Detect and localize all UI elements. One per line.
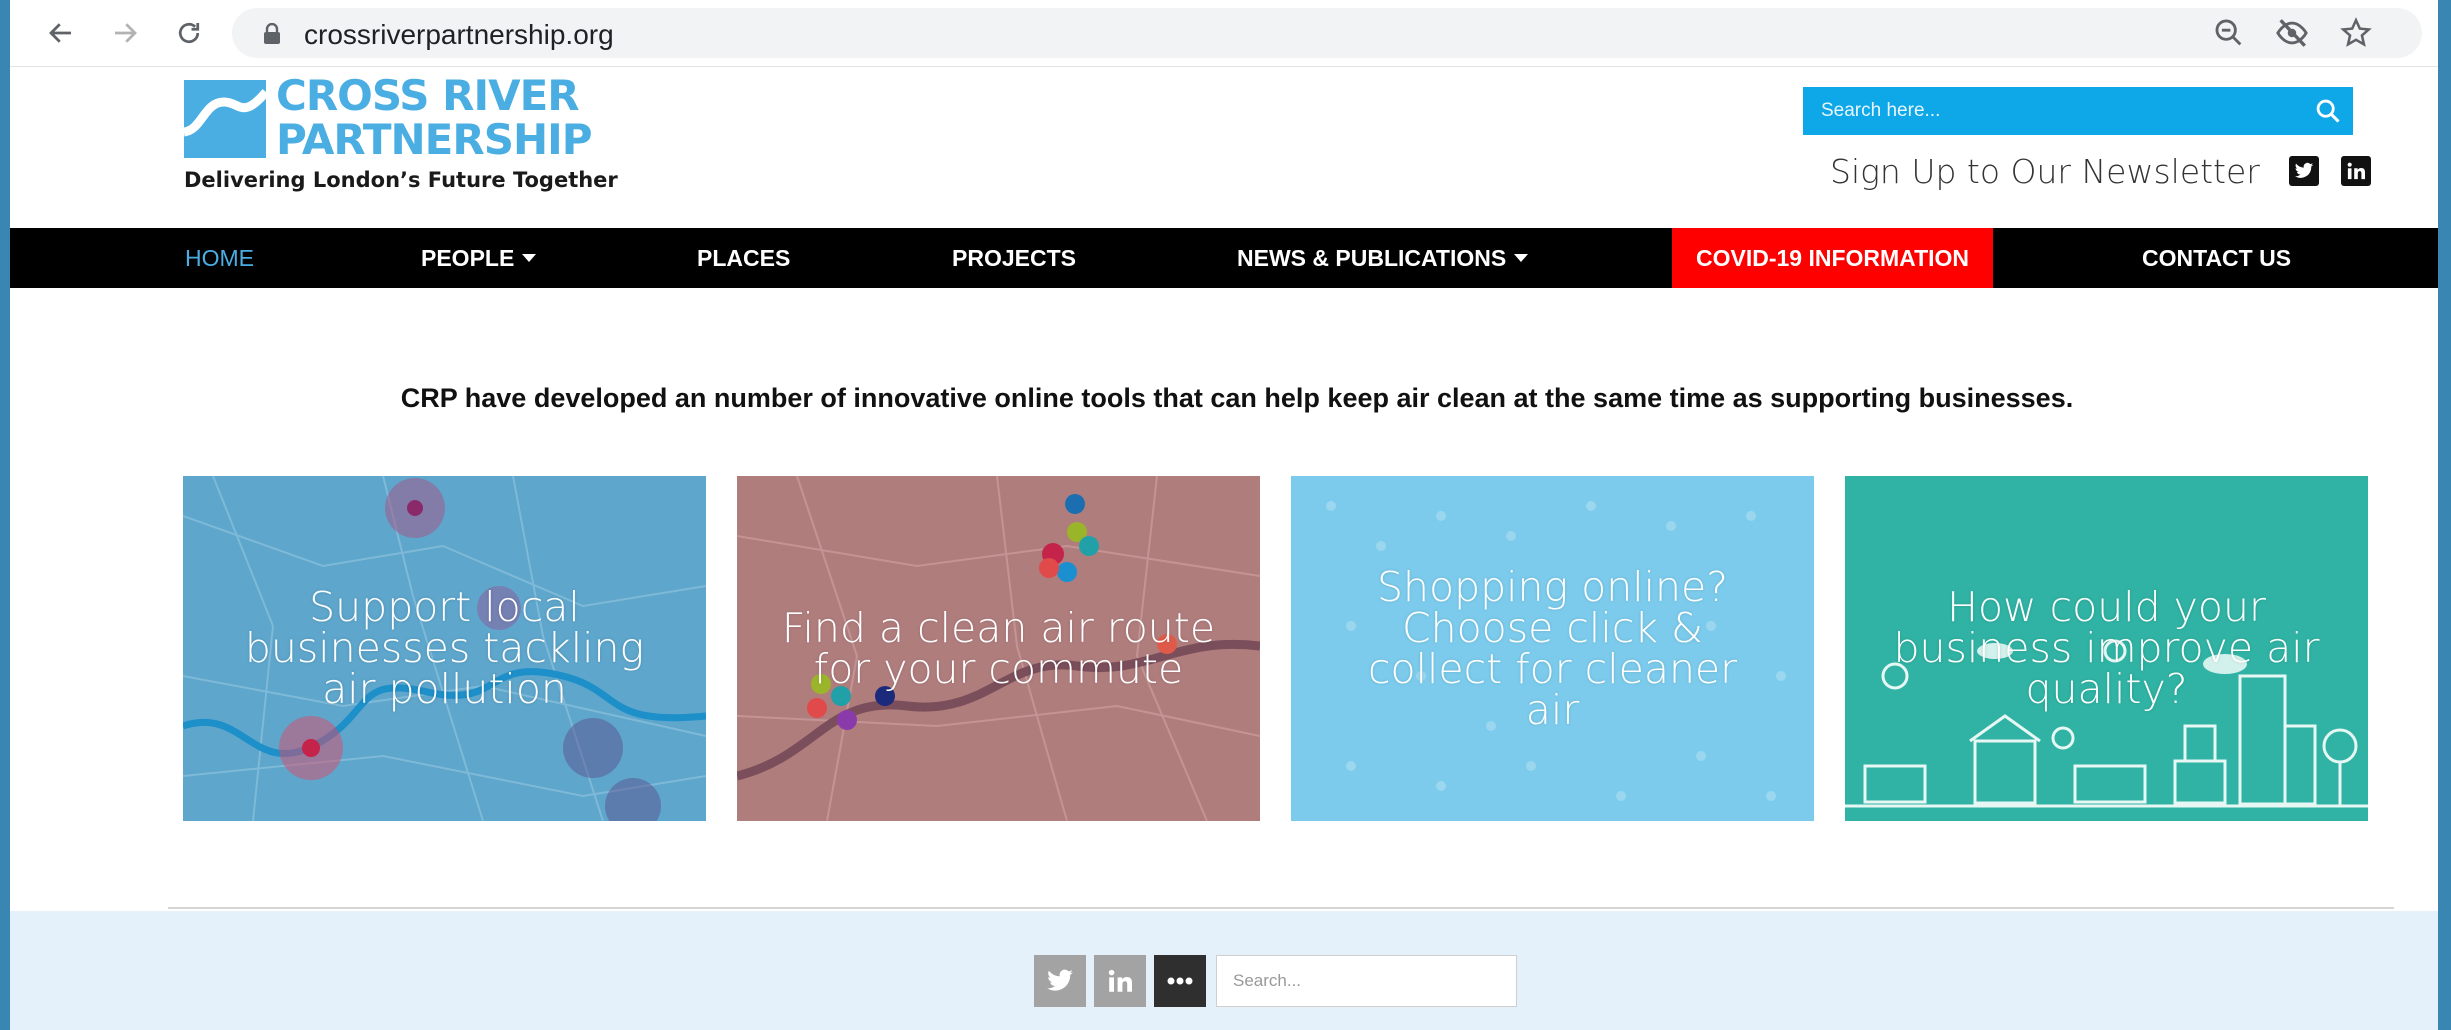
tile-4-line: How could your (1947, 583, 2266, 631)
nav-home-label: HOME (185, 244, 254, 271)
tile-2-line: Find a clean air route (781, 603, 1216, 652)
main-navigation: HOME PEOPLE PLACES PROJECTS NEWS & PUBLI… (10, 228, 2438, 288)
tile-1-line: air pollution (322, 665, 567, 713)
tile-2-title: Find a clean air route for your commute (781, 603, 1216, 693)
footer (10, 911, 2438, 1030)
twitter-icon[interactable] (2289, 156, 2319, 186)
nav-contact-label: CONTACT US (2142, 244, 2292, 271)
more-icon[interactable] (1154, 955, 1206, 1007)
tile-3-line: Choose click & (1401, 603, 1703, 652)
logo-tagline: Delivering London’s Future Together (184, 168, 618, 192)
lock-icon (264, 23, 280, 44)
tile-clean-air-route[interactable]: Find a clean air route for your commute (737, 476, 1260, 821)
nav-news-publications[interactable]: NEWS & PUBLICATIONS (1237, 228, 1529, 288)
back-icon[interactable] (38, 10, 84, 56)
logo-mark-icon (182, 80, 270, 158)
nav-projects-label: PROJECTS (952, 244, 1076, 271)
nav-covid-information[interactable]: COVID-19 INFORMATION (1672, 228, 1994, 288)
tile-business-improve-air[interactable]: How could your business improve air qual… (1845, 476, 2368, 821)
linkedin-icon[interactable] (1094, 955, 1146, 1007)
tile-support-local-businesses[interactable]: Support local businesses tackling air po… (183, 476, 706, 821)
forward-icon[interactable] (102, 10, 148, 56)
tile-1-line: businesses tackling (244, 624, 645, 672)
tile-4-line: quality? (2025, 665, 2188, 713)
site-logo[interactable]: CROSS RIVER PARTNERSHIP Delivering Londo… (182, 74, 618, 196)
chevron-down-icon (1514, 254, 1529, 262)
logo-line-2: PARTNERSHIP (276, 115, 593, 164)
nav-places-label: PLACES (697, 244, 791, 271)
tile-4-title: How could your business improve air qual… (1893, 587, 2319, 710)
site-search-input[interactable] (1803, 87, 2303, 135)
url-text: crossriverpartnership.org (304, 19, 614, 50)
logo-title: CROSS RIVER PARTNERSHIP (276, 71, 593, 164)
tile-3-line: collect for cleaner (1367, 644, 1738, 693)
intro-text: CRP have developed an number of innovati… (400, 383, 2074, 413)
logo-line-1: CROSS RIVER (276, 71, 580, 120)
address-bar[interactable]: crossriverpartnership.org (232, 8, 2422, 58)
nav-news-label: NEWS & PUBLICATIONS (1237, 244, 1507, 271)
linkedin-icon[interactable] (2341, 156, 2371, 186)
nav-home[interactable]: HOME (185, 228, 254, 288)
tile-1-line: Support local (309, 583, 580, 631)
browser-window: crossriverpartnership.org CROSS RIVER PA… (10, 0, 2438, 1030)
nav-places[interactable]: PLACES (697, 228, 790, 288)
nav-contact-us[interactable]: CONTACT US (2142, 228, 2291, 288)
tile-3-title: Shopping online? Choose click & collect … (1367, 562, 1738, 734)
tile-click-and-collect[interactable]: Shopping online? Choose click & collect … (1291, 476, 1814, 821)
search-icon[interactable] (2303, 87, 2353, 135)
newsletter-link[interactable]: Sign Up to Our Newsletter (1830, 152, 2260, 191)
reload-icon[interactable] (166, 10, 212, 56)
tile-3-line: Shopping online? (1377, 562, 1728, 611)
tile-4-line: business improve air (1893, 624, 2320, 672)
nav-people[interactable]: PEOPLE (421, 228, 537, 288)
footer-search-input[interactable] (1216, 955, 1517, 1007)
star-icon[interactable] (2339, 16, 2373, 50)
section-divider (168, 907, 2394, 909)
eye-off-icon[interactable] (2275, 16, 2309, 50)
nav-covid-label: COVID-19 INFORMATION (1696, 244, 1970, 271)
twitter-icon[interactable] (1034, 955, 1086, 1007)
browser-toolbar: crossriverpartnership.org (10, 0, 2438, 67)
nav-people-label: PEOPLE (421, 244, 515, 271)
site-search (1803, 87, 2353, 135)
nav-projects[interactable]: PROJECTS (952, 228, 1076, 288)
tile-3-line: air (1525, 685, 1580, 734)
tile-1-title: Support local businesses tackling air po… (245, 587, 644, 710)
zoom-out-icon[interactable] (2212, 16, 2246, 50)
chevron-down-icon (522, 254, 537, 262)
tile-2-line: for your commute (813, 644, 1184, 693)
